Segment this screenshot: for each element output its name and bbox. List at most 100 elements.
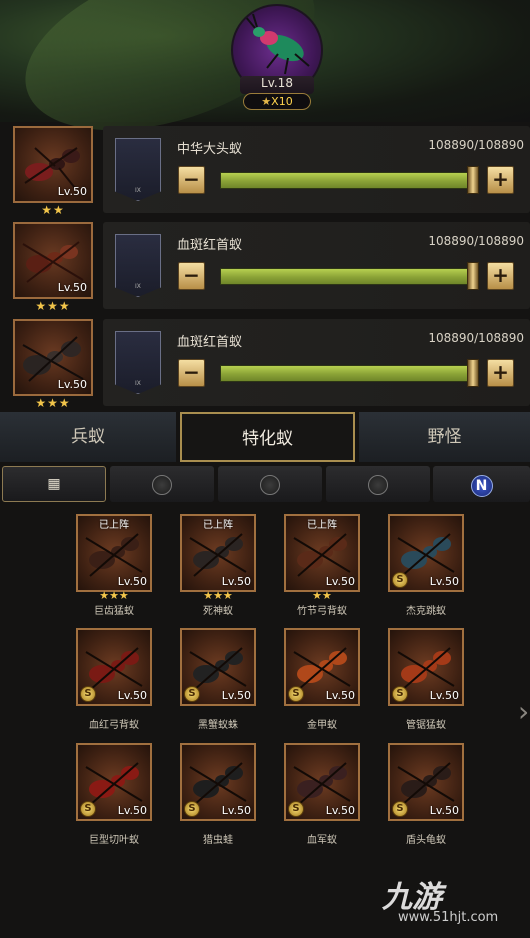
- unit-slot[interactable]: S Lv.50: [76, 628, 152, 706]
- troop-name: 血斑红首蚁: [177, 238, 243, 253]
- unit-level: Lv.50: [429, 575, 459, 588]
- team-ant-portrait[interactable]: Lv.50: [13, 126, 93, 203]
- coin-icon: S: [392, 572, 408, 588]
- troop-count: 108890/108890: [428, 138, 524, 152]
- slider-handle[interactable]: [467, 262, 479, 290]
- deployed-label: 已上阵: [203, 520, 233, 531]
- deployed-label: 已上阵: [99, 520, 129, 531]
- coin-icon: S: [288, 686, 304, 702]
- unit-level: Lv.50: [325, 575, 355, 588]
- star-icon: ★: [261, 95, 272, 108]
- watermark-url: www.51hjt.com: [398, 910, 499, 925]
- decrease-button[interactable]: −: [178, 359, 205, 387]
- tier-label: IX: [135, 187, 141, 194]
- unit-name: 盾头龟蚁: [406, 835, 446, 846]
- unit-stars: ★★★: [99, 589, 129, 602]
- unit-level: Lv.50: [117, 689, 147, 702]
- coin-icon: S: [392, 686, 408, 702]
- filter-tabs: ▦ N: [0, 466, 530, 504]
- filter-all[interactable]: ▦: [2, 466, 106, 502]
- team-slot: Lv.50 ★★★ IX 血斑红首蚁 108890/108890 − +: [0, 317, 530, 410]
- unit-level: Lv.50: [429, 689, 459, 702]
- n-icon: N: [470, 475, 493, 497]
- unit-slot[interactable]: S Lv.50: [284, 743, 360, 821]
- troop-name: 中华大头蚁: [177, 142, 243, 157]
- unit-card[interactable]: IX: [115, 331, 161, 394]
- grid-icon: ▦: [47, 476, 61, 492]
- increase-button[interactable]: +: [487, 262, 514, 290]
- unit-slot[interactable]: 已上阵 Lv.50: [284, 514, 360, 592]
- troop-name: 血斑红首蚁: [177, 335, 243, 350]
- deployed-label: 已上阵: [307, 520, 337, 531]
- star-count: X10: [271, 95, 293, 108]
- troop-slider-track[interactable]: [220, 365, 475, 382]
- unit-level: Lv.50: [221, 575, 251, 588]
- coin-icon: S: [184, 801, 200, 817]
- unit-slot[interactable]: S Lv.50: [180, 628, 256, 706]
- unit-card[interactable]: IX: [115, 234, 161, 297]
- team-slot: Lv.50 ★★ IX 中华大头蚁 108890/108890 − +: [0, 124, 530, 217]
- unit-slot[interactable]: 已上阵 Lv.50: [180, 514, 256, 592]
- increase-button[interactable]: +: [487, 166, 514, 194]
- tier-label: IX: [135, 283, 141, 290]
- troop-slider-track[interactable]: [220, 268, 475, 285]
- coin-icon: S: [80, 686, 96, 702]
- filter-type-2[interactable]: [218, 466, 322, 502]
- ant-type-2-icon: [260, 475, 280, 495]
- unit-name: 管锯猛蚁: [406, 720, 446, 731]
- unit-card[interactable]: IX: [115, 138, 161, 201]
- troop-panel: IX 血斑红首蚁 108890/108890 − +: [103, 319, 530, 406]
- unit-level: Lv.50: [325, 804, 355, 817]
- coin-icon: S: [392, 801, 408, 817]
- coin-icon: S: [80, 801, 96, 817]
- unit-slot[interactable]: S Lv.50: [284, 628, 360, 706]
- decrease-button[interactable]: −: [178, 262, 205, 290]
- ant-level: Lv.50: [57, 185, 87, 198]
- tier-label: IX: [135, 380, 141, 387]
- unit-level: Lv.50: [117, 804, 147, 817]
- filter-type-3[interactable]: [326, 466, 430, 502]
- unit-slot[interactable]: 已上阵 Lv.50: [76, 514, 152, 592]
- watermark: 九游 www.51hjt.com: [382, 872, 528, 930]
- unit-level: Lv.50: [429, 804, 459, 817]
- unit-slot[interactable]: S Lv.50: [388, 743, 464, 821]
- tab-soldier-ants[interactable]: 兵蚁: [0, 412, 176, 462]
- unit-slot[interactable]: S Lv.50: [388, 514, 464, 592]
- increase-button[interactable]: +: [487, 359, 514, 387]
- troop-panel: IX 血斑红首蚁 108890/108890 − +: [103, 222, 530, 309]
- ant-level: Lv.50: [57, 281, 87, 294]
- unit-name: 黑蟹蚁蛛: [198, 720, 238, 731]
- tab-special-ants[interactable]: 特化蚁: [180, 412, 355, 462]
- slider-handle[interactable]: [467, 359, 479, 387]
- team-slot: Lv.50 ★★★ IX 血斑红首蚁 108890/108890 − +: [0, 220, 530, 313]
- ant-stars: ★★★: [35, 299, 71, 313]
- filter-type-1[interactable]: [110, 466, 214, 502]
- unit-slot[interactable]: S Lv.50: [388, 628, 464, 706]
- coin-icon: S: [184, 686, 200, 702]
- team-ant-portrait[interactable]: Lv.50: [13, 222, 93, 299]
- ant-level: Lv.50: [57, 378, 87, 391]
- unit-stars: ★★: [312, 589, 332, 602]
- coin-icon: S: [288, 801, 304, 817]
- slider-handle[interactable]: [467, 166, 479, 194]
- unit-stars: ★★★: [203, 589, 233, 602]
- team-ant-portrait[interactable]: Lv.50: [13, 319, 93, 396]
- filter-n[interactable]: N: [433, 466, 530, 502]
- unit-level: Lv.50: [221, 804, 251, 817]
- decrease-button[interactable]: −: [178, 166, 205, 194]
- unit-slot[interactable]: S Lv.50: [76, 743, 152, 821]
- troop-panel: IX 中华大头蚁 108890/108890 − +: [103, 126, 530, 213]
- star-count-badge: ★X10: [243, 93, 311, 110]
- next-page-arrow[interactable]: ›: [518, 695, 529, 728]
- troop-count: 108890/108890: [428, 234, 524, 248]
- unit-name: 金甲蚁: [307, 720, 337, 731]
- unit-name: 巨齿猛蚁: [94, 606, 134, 617]
- ant-stars: ★★: [41, 203, 65, 217]
- ant-type-3-icon: [368, 475, 388, 495]
- troop-slider-track[interactable]: [220, 172, 475, 189]
- unit-level: Lv.50: [325, 689, 355, 702]
- tab-wild-monsters[interactable]: 野怪: [359, 412, 530, 462]
- unit-slot[interactable]: S Lv.50: [180, 743, 256, 821]
- unit-name: 杰克跳蚁: [406, 606, 446, 617]
- unit-name: 竹节弓背蚁: [297, 606, 347, 617]
